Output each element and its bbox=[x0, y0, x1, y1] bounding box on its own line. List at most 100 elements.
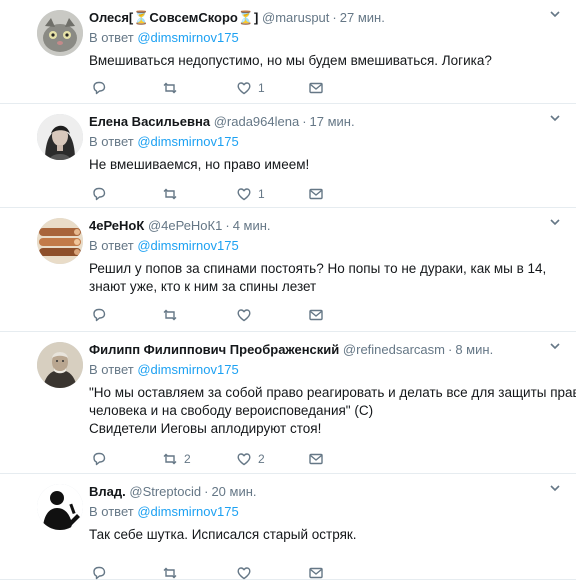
reply-prefix: В ответ bbox=[89, 362, 134, 377]
tweet-header: 4еРеНоК @4еРеНоК1 · 4 мин. bbox=[89, 217, 564, 234]
timestamp[interactable]: 8 мин. bbox=[455, 342, 493, 357]
retweet-icon bbox=[162, 80, 178, 96]
separator-dot: · bbox=[332, 10, 337, 25]
tweet-text-line: Вмешиваться недопустимо, но мы будем вме… bbox=[89, 53, 492, 68]
direct-message-button[interactable] bbox=[308, 564, 324, 582]
reply-button[interactable] bbox=[91, 306, 107, 324]
heart-icon bbox=[236, 565, 252, 581]
separator-dot: · bbox=[204, 484, 209, 499]
tweet-text: Так себе шутка. Исписался старый остряк. bbox=[89, 526, 564, 544]
user-handle[interactable]: @rada964lena bbox=[214, 114, 299, 129]
tweet-card[interactable]: Влад. @Streptocid · 20 мин. В ответ @dimsmi… bbox=[0, 474, 576, 580]
chevron-down-icon[interactable] bbox=[548, 7, 562, 21]
timestamp[interactable]: 20 мин. bbox=[211, 484, 256, 499]
heart-icon bbox=[236, 451, 252, 467]
reply-to-link[interactable]: @dimsmirnov175 bbox=[137, 504, 238, 519]
reply-icon bbox=[91, 451, 107, 467]
like-count: 1 bbox=[258, 81, 265, 95]
avatar[interactable] bbox=[37, 218, 83, 264]
reply-button[interactable] bbox=[91, 450, 107, 468]
tweet-body: Филипп Филиппович Преображенский @refine… bbox=[89, 341, 576, 438]
like-count: 2 bbox=[258, 452, 265, 466]
retweet-count: 2 bbox=[184, 452, 191, 466]
avatar[interactable] bbox=[37, 114, 83, 160]
retweet-button[interactable] bbox=[162, 306, 184, 324]
display-name[interactable]: Филипп Филиппович Преображенский bbox=[89, 342, 339, 357]
tweet-text-line: Решил у попов за спинами постоять? Но по… bbox=[89, 261, 547, 276]
reply-prefix: В ответ bbox=[89, 238, 134, 253]
reply-to-link[interactable]: @dimsmirnov175 bbox=[137, 362, 238, 377]
tweet-header: Елена Васильевна @rada964lena · 17 мин. bbox=[89, 113, 564, 130]
direct-message-button[interactable] bbox=[308, 450, 324, 468]
display-name[interactable]: Олеся[⏳СовсемСкоро⏳] bbox=[89, 10, 258, 25]
tweet-card[interactable]: Елена Васильевна @rada964lena · 17 мин. В о… bbox=[0, 104, 576, 208]
reply-context: В ответ @dimsmirnov175 bbox=[89, 361, 564, 378]
retweet-icon bbox=[162, 186, 178, 202]
tweet-header: Филипп Филиппович Преображенский @refine… bbox=[89, 341, 564, 358]
reply-icon bbox=[91, 307, 107, 323]
like-button[interactable] bbox=[236, 564, 258, 582]
tweet-card[interactable]: Олеся[⏳СовсемСкоро⏳] @marusput · 27 мин. В … bbox=[0, 0, 576, 104]
avatar[interactable] bbox=[37, 484, 83, 530]
reply-button[interactable] bbox=[91, 564, 107, 582]
reply-context: В ответ @dimsmirnov175 bbox=[89, 237, 564, 254]
tweet-card[interactable]: Филипп Филиппович Преображенский @refine… bbox=[0, 332, 576, 474]
retweet-button[interactable]: 2 bbox=[162, 450, 191, 468]
separator-dot: · bbox=[302, 114, 307, 129]
display-name[interactable]: Елена Васильевна bbox=[89, 114, 210, 129]
tweet-body: Олеся[⏳СовсемСкоро⏳] @marusput · 27 мин. В … bbox=[89, 9, 564, 70]
reply-to-link[interactable]: @dimsmirnov175 bbox=[137, 30, 238, 45]
envelope-icon bbox=[308, 565, 324, 581]
avatar[interactable] bbox=[37, 10, 83, 56]
direct-message-button[interactable] bbox=[308, 185, 324, 203]
direct-message-button[interactable] bbox=[308, 306, 324, 324]
tweet-text-line: "Но мы оставляем за собой право реагиров… bbox=[89, 385, 576, 400]
tweet-body: Влад. @Streptocid · 20 мин. В ответ @dimsmi… bbox=[89, 483, 564, 544]
timestamp[interactable]: 27 мин. bbox=[340, 10, 385, 25]
display-name[interactable]: Влад. bbox=[89, 484, 126, 499]
reply-context: В ответ @dimsmirnov175 bbox=[89, 503, 564, 520]
display-name[interactable]: 4еРеНоК bbox=[89, 218, 144, 233]
heart-icon bbox=[236, 307, 252, 323]
separator-dot: · bbox=[448, 342, 453, 357]
user-handle[interactable]: @Streptocid bbox=[129, 484, 201, 499]
retweet-icon bbox=[162, 451, 178, 467]
chevron-down-icon[interactable] bbox=[548, 215, 562, 229]
retweet-button[interactable] bbox=[162, 79, 184, 97]
tweet-card[interactable]: 4еРеНоК @4еРеНоК1 · 4 мин. В ответ @dimsmir… bbox=[0, 208, 576, 332]
chevron-down-icon[interactable] bbox=[548, 339, 562, 353]
like-button[interactable]: 1 bbox=[236, 185, 265, 203]
reply-button[interactable] bbox=[91, 185, 107, 203]
reply-to-link[interactable]: @dimsmirnov175 bbox=[137, 238, 238, 253]
envelope-icon bbox=[308, 307, 324, 323]
user-handle[interactable]: @4еРеНоК1 bbox=[148, 218, 222, 233]
tweet-text-line: Свидетели Иеговы аплодируют стоя! bbox=[89, 421, 322, 436]
user-handle[interactable]: @marusput bbox=[262, 10, 329, 25]
reply-prefix: В ответ bbox=[89, 30, 134, 45]
retweet-icon bbox=[162, 565, 178, 581]
reply-icon bbox=[91, 80, 107, 96]
timestamp[interactable]: 17 мин. bbox=[310, 114, 355, 129]
tweet-text-line: знают уже, кто к ним за спины лезет bbox=[89, 279, 317, 294]
reply-context: В ответ @dimsmirnov175 bbox=[89, 133, 564, 150]
direct-message-button[interactable] bbox=[308, 79, 324, 97]
user-handle[interactable]: @refinedsarcasm bbox=[343, 342, 445, 357]
reply-icon bbox=[91, 186, 107, 202]
tweet-text: Решил у попов за спинами постоять? Но по… bbox=[89, 260, 564, 296]
like-button[interactable]: 1 bbox=[236, 79, 265, 97]
retweet-button[interactable] bbox=[162, 564, 184, 582]
heart-icon bbox=[236, 186, 252, 202]
reply-prefix: В ответ bbox=[89, 134, 134, 149]
tweet-text-line: человека и на свободу вероисповедания" (… bbox=[89, 403, 374, 418]
like-button[interactable]: 2 bbox=[236, 450, 265, 468]
like-button[interactable] bbox=[236, 306, 258, 324]
retweet-button[interactable] bbox=[162, 185, 184, 203]
chevron-down-icon[interactable] bbox=[548, 111, 562, 125]
reply-to-link[interactable]: @dimsmirnov175 bbox=[137, 134, 238, 149]
reply-button[interactable] bbox=[91, 79, 107, 97]
tweet-text-line: Так себе шутка. Исписался старый остряк. bbox=[89, 527, 357, 542]
chevron-down-icon[interactable] bbox=[548, 481, 562, 495]
tweet-text: "Но мы оставляем за собой право реагиров… bbox=[89, 384, 576, 438]
timestamp[interactable]: 4 мин. bbox=[233, 218, 271, 233]
avatar[interactable] bbox=[37, 342, 83, 388]
